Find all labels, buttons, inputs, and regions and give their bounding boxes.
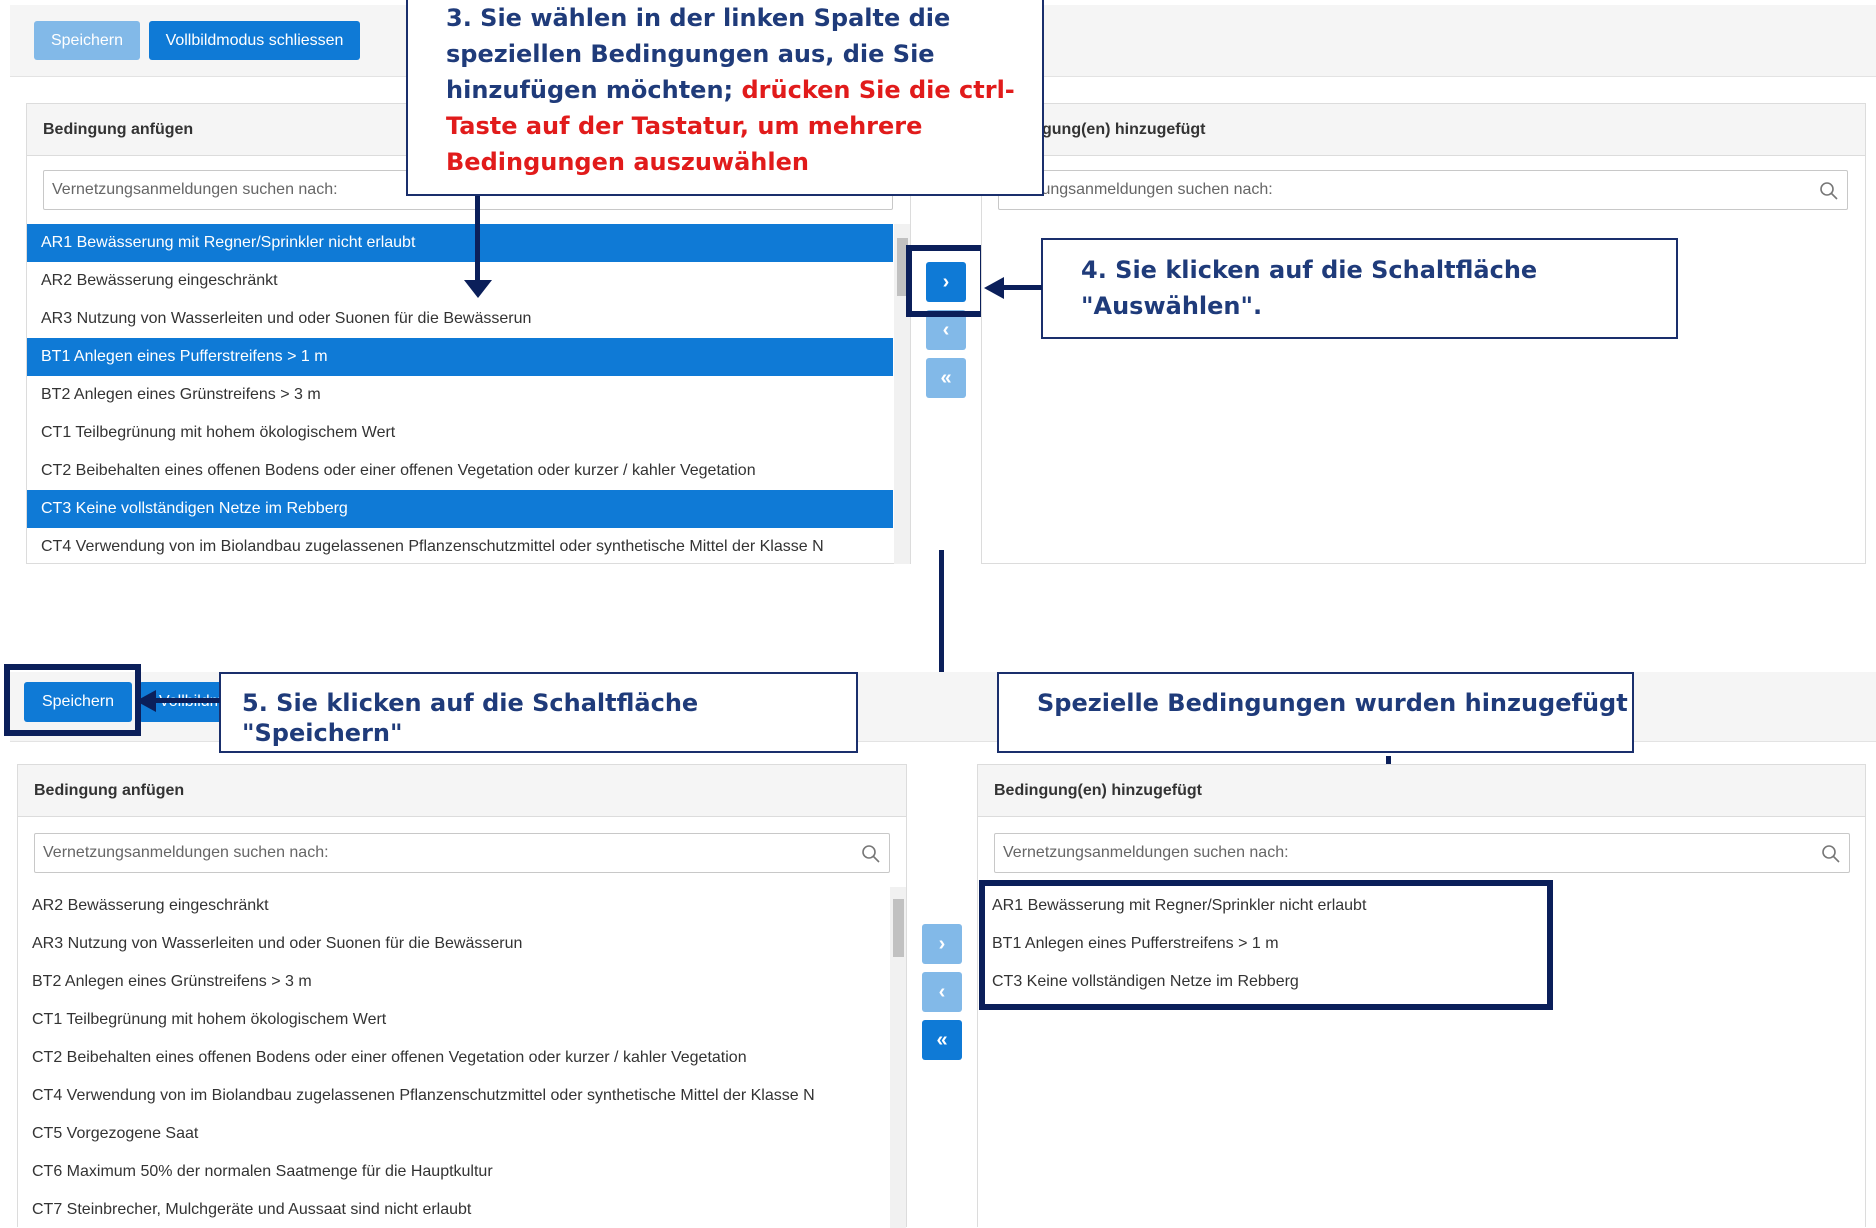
list-item[interactable]: CT6 Maximum 50% der normalen Saatmenge f…: [18, 1153, 889, 1191]
top-right-search-input[interactable]: tzungsanmeldungen suchen nach:: [998, 170, 1848, 210]
list-item[interactable]: BT2 Anlegen eines Grünstreifens > 3 m: [27, 376, 893, 414]
list-item[interactable]: AR3 Nutzung von Wasserleiten und oder Su…: [27, 300, 893, 338]
callout-step5: 5. Sie klicken auf die Schaltfläche "Spe…: [219, 672, 858, 753]
top-fullscreen-close-button[interactable]: Vollbildmodus schliessen: [149, 21, 360, 60]
list-item[interactable]: AR3 Nutzung von Wasserleiten und oder Su…: [18, 925, 889, 963]
bottom-left-panel-title: Bedingung anfügen: [18, 765, 906, 817]
list-item[interactable]: CT5 Vorgezogene Saat: [18, 1115, 889, 1153]
callout-result: Spezielle Bedingungen wurden hinzugefügt: [997, 672, 1634, 753]
search-placeholder: Vernetzungsanmeldungen suchen nach:: [1003, 844, 1289, 861]
list-item[interactable]: CT7 Steinbrecher, Mulchgeräte und Aussaa…: [18, 1191, 889, 1228]
callout-step3: 3. Sie wählen in der linken Spalte die s…: [406, 0, 1044, 196]
select-button-highlight: [906, 245, 986, 317]
list-item[interactable]: AR2 Bewässerung eingeschränkt: [27, 262, 893, 300]
bottom-deselect-button[interactable]: ‹: [922, 972, 962, 1012]
search-placeholder: Vernetzungsanmeldungen suchen nach:: [43, 844, 329, 861]
search-icon: [1822, 845, 1840, 863]
arrow-head-icon: [464, 280, 492, 298]
arrow-head-icon: [984, 277, 1004, 299]
callout-step4: 4. Sie klicken auf die Schaltfläche "Aus…: [1041, 238, 1678, 339]
bottom-deselect-all-button[interactable]: «: [922, 1020, 962, 1060]
save-button-highlight: [4, 664, 141, 736]
list-item[interactable]: BT2 Anlegen eines Grünstreifens > 3 m: [18, 963, 889, 1001]
list-item[interactable]: CT2 Beibehalten eines offenen Bodens ode…: [27, 452, 893, 490]
top-deselect-all-button[interactable]: «: [926, 358, 966, 398]
callout-step5-arrow: [150, 698, 220, 703]
list-item[interactable]: CT1 Teilbegrünung mit hohem ökologischem…: [18, 1001, 889, 1039]
callout-step3-arrow: [475, 196, 480, 288]
bottom-left-search-input[interactable]: Vernetzungsanmeldungen suchen nach:: [34, 833, 890, 873]
bottom-left-scrollbar[interactable]: [890, 887, 906, 1228]
list-item[interactable]: BT1 Anlegen eines Pufferstreifens > 1 m: [27, 338, 893, 376]
bottom-right-panel-title: Bedingung(en) hinzugefügt: [978, 765, 1865, 817]
added-items-highlight: [979, 880, 1553, 1010]
scrollbar-thumb[interactable]: [893, 899, 904, 957]
arrow-head-icon: [136, 690, 156, 712]
list-item[interactable]: CT4 Verwendung von im Biolandbau zugelas…: [27, 528, 893, 564]
list-item[interactable]: AR2 Bewässerung eingeschränkt: [18, 887, 889, 925]
search-placeholder: Vernetzungsanmeldungen suchen nach:: [52, 181, 338, 198]
list-item[interactable]: CT2 Beibehalten eines offenen Bodens ode…: [18, 1039, 889, 1077]
list-item[interactable]: AR1 Bewässerung mit Regner/Sprinkler nic…: [27, 224, 893, 262]
search-icon: [862, 845, 880, 863]
list-item[interactable]: CT3 Keine vollständigen Netze im Rebberg: [27, 490, 893, 528]
callout-step4-text: 4. Sie klicken auf die Schaltfläche "Aus…: [1081, 256, 1538, 320]
top-right-panel-title: gung(en) hinzugefügt: [982, 104, 1865, 156]
bottom-left-list[interactable]: AR2 Bewässerung eingeschränkt AR3 Nutzung…: [18, 887, 889, 1228]
callout-result-text: Spezielle Bedingungen wurden hinzugefügt: [1037, 689, 1628, 717]
list-item[interactable]: CT4 Verwendung von im Biolandbau zugelas…: [18, 1077, 889, 1115]
top-left-list[interactable]: AR1 Bewässerung mit Regner/Sprinkler nic…: [27, 224, 893, 564]
top-save-button[interactable]: Speichern: [34, 21, 140, 60]
bottom-right-search-input[interactable]: Vernetzungsanmeldungen suchen nach:: [994, 833, 1850, 873]
search-placeholder: tzungsanmeldungen suchen nach:: [1029, 181, 1273, 198]
search-icon: [1820, 182, 1838, 200]
callout-step5-text: 5. Sie klicken auf die Schaltfläche "Spe…: [242, 689, 699, 747]
list-item[interactable]: CT1 Teilbegrünung mit hohem ökologischem…: [27, 414, 893, 452]
bottom-select-button[interactable]: ›: [922, 924, 962, 964]
callout-step4-arrow: [1000, 285, 1042, 290]
bottom-left-panel: Bedingung anfügen Vernetzungsanmeldungen…: [17, 764, 907, 1228]
